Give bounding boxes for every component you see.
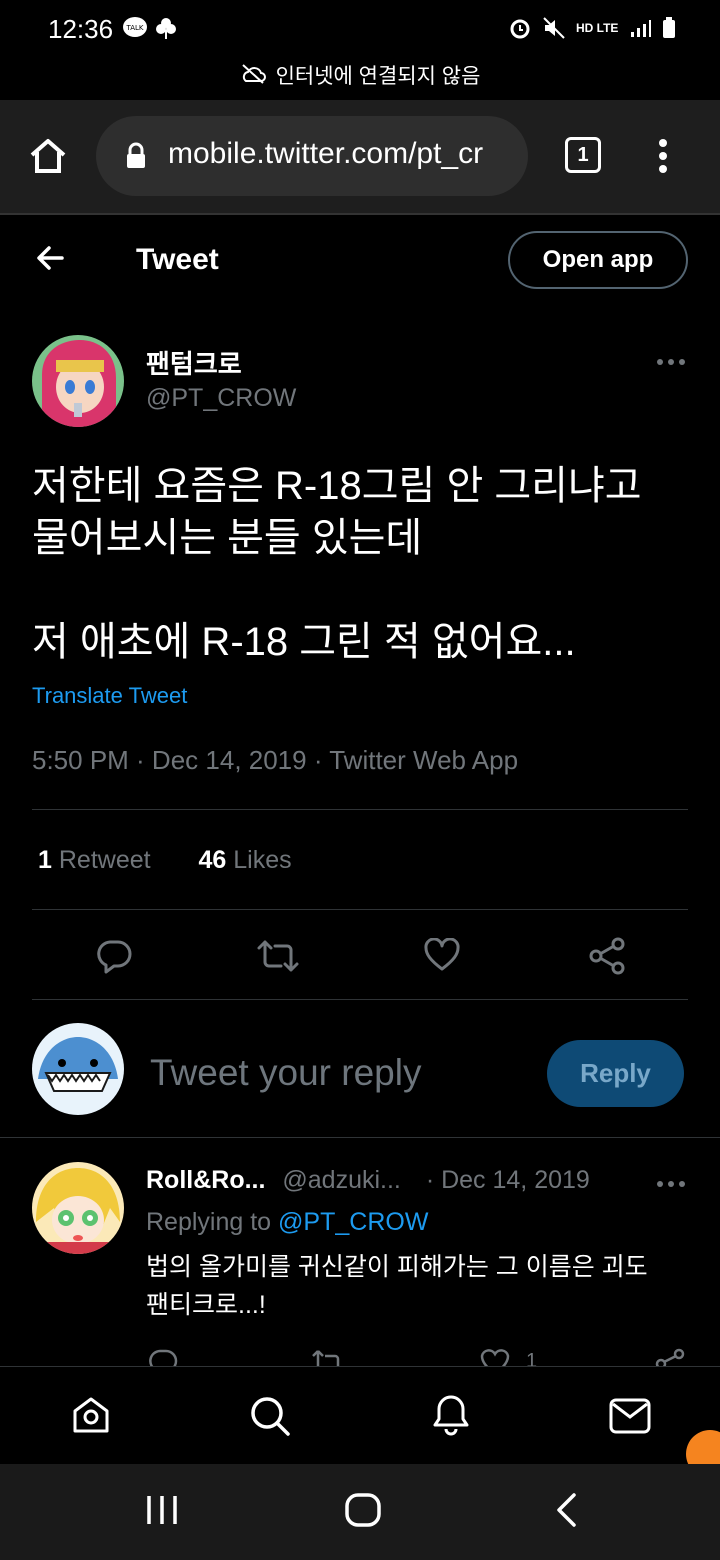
tweet-text-line: 물어보시는 분들 있는데 — [32, 516, 423, 560]
reply-author-handle[interactable]: @adzuki... — [282, 1166, 400, 1194]
reply-header: Roll&Ro... @adzuki... · Dec 14, 2019 — [146, 1166, 590, 1195]
retweet-icon — [312, 1350, 340, 1366]
signal-icon — [631, 20, 651, 37]
more-horizontal-icon[interactable] — [656, 354, 686, 372]
recent-apps-icon[interactable] — [146, 1494, 178, 1531]
more-vertical-icon[interactable] — [656, 138, 670, 179]
offline-text: 인터넷에 연결되지 않음 — [275, 65, 481, 88]
divider — [32, 909, 688, 910]
battery-icon — [663, 17, 675, 38]
reply-input[interactable]: Tweet your reply — [150, 1052, 421, 1094]
retweet-label: Retweet — [58, 846, 151, 874]
divider — [32, 809, 688, 810]
reply-author-name[interactable]: Roll&Ro... — [146, 1166, 265, 1194]
url-text[interactable]: mobile.twitter.com/pt_cr — [168, 137, 513, 171]
replying-to: Replying to @PT_CROW — [146, 1208, 428, 1237]
tweet-text: 저한테 요즘은 R-18그림 안 그리냐고 물어보시는 분들 있는데 저 애초에… — [32, 460, 692, 668]
retweet-icon[interactable] — [256, 938, 300, 979]
cloud-off-icon — [240, 64, 266, 90]
more-horizontal-icon[interactable] — [656, 1176, 686, 1194]
tweet-timestamp[interactable]: 5:50 PM · Dec 14, 2019 · Twitter Web App — [32, 745, 518, 776]
translate-tweet-link[interactable]: Translate Tweet — [32, 683, 187, 709]
system-back-icon[interactable] — [554, 1493, 578, 1532]
search-icon[interactable] — [249, 1395, 291, 1442]
status-left-icons: TALK — [122, 16, 178, 40]
svg-text:TALK: TALK — [125, 24, 143, 32]
tab-switcher-icon[interactable]: 1 — [565, 137, 601, 173]
tab-count: 1 — [577, 144, 589, 166]
system-home-icon[interactable] — [345, 1493, 381, 1532]
alarm-icon — [510, 19, 530, 39]
offline-banner: 인터넷에 연결되지 않음 — [0, 60, 720, 100]
back-arrow-icon[interactable] — [34, 242, 66, 279]
divider — [0, 1137, 720, 1138]
like-count: 46 — [198, 846, 227, 874]
reply-date[interactable]: · Dec 14, 2019 — [426, 1166, 590, 1194]
messages-icon[interactable] — [609, 1398, 651, 1439]
author-display-name[interactable]: 팬텀크로 — [146, 344, 242, 381]
reply-button[interactable]: Reply — [547, 1040, 684, 1107]
reply-icon[interactable] — [96, 938, 132, 979]
page-title: Tweet — [136, 243, 219, 276]
tweet-text-line: 저한테 요즘은 R-18그림 안 그리냐고 — [32, 464, 642, 508]
reply-text-line: 법의 올가미를 귀신같이 피해가는 그 이름은 괴도 — [146, 1253, 648, 1281]
like-icon[interactable] — [424, 937, 460, 977]
reply-text: 법의 올가미를 귀신같이 피해가는 그 이름은 괴도 팬티크로...! — [146, 1248, 696, 1324]
home-icon[interactable] — [28, 137, 68, 180]
replying-to-label: Replying to — [146, 1208, 272, 1236]
reply-text-line: 팬티크로...! — [146, 1291, 266, 1319]
share-icon[interactable] — [588, 937, 626, 980]
reply-actions-partial: 1 — [0, 1348, 720, 1366]
clover-icon — [156, 18, 176, 39]
likes-label: Likes — [233, 846, 292, 874]
mute-icon — [543, 17, 565, 39]
current-user-avatar[interactable] — [32, 1023, 124, 1115]
reply-like-count: 1 — [526, 1350, 538, 1366]
tweet-text-line: 저 애초에 R-18 그린 적 없어요... — [32, 620, 576, 664]
author-handle[interactable]: @PT_CROW — [146, 384, 296, 413]
talk-notification-icon: TALK — [123, 17, 147, 37]
replying-to-handle[interactable]: @PT_CROW — [278, 1208, 428, 1236]
retweet-count: 1 — [38, 846, 52, 874]
open-app-button[interactable]: Open app — [508, 231, 688, 289]
status-time: 12:36 — [48, 14, 114, 44]
like-icon — [480, 1349, 510, 1366]
retweet-count-link[interactable]: 1 Retweet — [38, 846, 151, 874]
notifications-icon[interactable] — [430, 1393, 472, 1442]
divider — [32, 999, 688, 1000]
reply-author-avatar[interactable] — [32, 1162, 124, 1254]
explore-icon[interactable] — [70, 1395, 112, 1442]
lock-icon — [125, 142, 147, 175]
likes-count-link[interactable]: 46 Likes — [198, 846, 291, 874]
network-type: HD LTE — [576, 21, 619, 35]
share-icon — [655, 1348, 685, 1366]
status-right-icons: HD LTE — [508, 16, 676, 40]
reply-icon — [149, 1349, 178, 1366]
author-avatar[interactable] — [32, 335, 124, 427]
engagement-counts: 1 Retweet 46 Likes — [38, 846, 292, 875]
